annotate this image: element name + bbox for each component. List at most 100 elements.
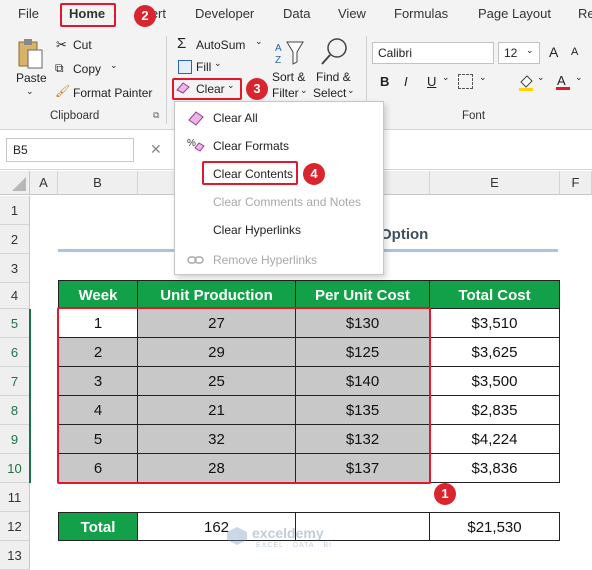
header-week[interactable]: Week — [58, 280, 138, 309]
font-color-icon[interactable]: A — [556, 72, 570, 92]
header-total-cost[interactable]: Total Cost — [430, 280, 560, 309]
total-label-cell[interactable]: Total — [58, 512, 138, 541]
cut-button[interactable]: Cut — [73, 38, 92, 52]
name-box-value: B5 — [13, 143, 28, 157]
cell-e5[interactable]: $3,510 — [430, 309, 560, 338]
selection-highlight-box — [57, 307, 431, 484]
sort-filter-dropdown-icon[interactable]: ⌄ — [300, 85, 308, 96]
cancel-formula-icon[interactable]: ✕ — [150, 141, 162, 158]
row-header-8[interactable]: 8 — [0, 396, 30, 425]
eraser-icon — [187, 110, 205, 126]
menu-data[interactable]: Data — [283, 6, 310, 21]
row-header-3[interactable]: 3 — [0, 254, 30, 283]
column-header-a[interactable]: A — [30, 171, 58, 195]
fill-color-dropdown-icon[interactable]: ⌄ — [537, 72, 545, 83]
clipboard-launcher-icon[interactable]: ⧉ — [153, 110, 159, 121]
sort-filter-label-2[interactable]: Filter — [272, 86, 299, 100]
select-all-corner[interactable] — [0, 171, 30, 195]
row-header-10[interactable]: 10 — [0, 454, 30, 483]
menu-review[interactable]: Re — [578, 6, 592, 21]
total-cost-cell[interactable]: $21,530 — [430, 512, 560, 541]
sheet-title: Option — [380, 226, 429, 243]
sort-filter-icon: AZ — [275, 38, 305, 66]
row-header-4[interactable]: 4 — [0, 283, 30, 309]
row-header-2[interactable]: 2 — [0, 225, 30, 254]
cell-e6[interactable]: $3,625 — [430, 338, 560, 367]
find-select-label-1[interactable]: Find & — [316, 70, 351, 84]
font-size-select[interactable]: 12 ⌄ — [498, 42, 540, 64]
row-header-11[interactable]: 11 — [0, 483, 30, 512]
paste-button[interactable]: Paste — [16, 71, 47, 85]
font-size-dropdown-icon: ⌄ — [526, 45, 534, 55]
autosum-button[interactable]: AutoSum — [196, 38, 245, 52]
underline-dropdown-icon[interactable]: ⌄ — [442, 72, 450, 83]
clear-dropdown-menu: Clear All % Clear Formats Clear Contents… — [174, 101, 384, 275]
header-per-unit-cost[interactable]: Per Unit Cost — [296, 280, 430, 309]
clipboard-group-label: Clipboard — [50, 110, 100, 122]
sort-filter-label-1[interactable]: Sort & — [272, 70, 305, 84]
paste-icon[interactable] — [16, 38, 46, 70]
remove-hyperlink-icon — [187, 252, 205, 268]
home-highlight-box — [60, 3, 116, 27]
cut-icon: ✂ — [56, 37, 67, 52]
paste-dropdown-icon[interactable]: ⌄ — [26, 86, 34, 97]
row-header-12[interactable]: 12 — [0, 512, 30, 541]
column-header-f[interactable]: F — [560, 171, 592, 195]
cell-e9[interactable]: $4,224 — [430, 425, 560, 454]
font-color-dropdown-icon[interactable]: ⌄ — [575, 72, 583, 83]
format-painter-button[interactable]: Format Painter — [73, 86, 152, 100]
clear-formats-icon: % — [187, 136, 205, 152]
cell-e8[interactable]: $2,835 — [430, 396, 560, 425]
format-painter-icon: 🖌 — [55, 84, 71, 98]
bold-button[interactable]: B — [380, 74, 389, 89]
step-badge-3: 3 — [246, 78, 268, 100]
font-name-select[interactable]: Calibri — [372, 42, 494, 64]
clear-highlight-box — [172, 78, 242, 100]
find-select-dropdown-icon[interactable]: ⌄ — [347, 85, 355, 96]
row-header-1[interactable]: 1 — [0, 196, 30, 225]
menu-developer[interactable]: Developer — [195, 6, 254, 21]
autosum-dropdown-icon[interactable]: ⌄ — [255, 36, 263, 47]
menu-item-clear-hyperlinks[interactable]: Clear Hyperlinks — [213, 223, 301, 237]
row-header-9[interactable]: 9 — [0, 425, 30, 454]
header-unit-production[interactable]: Unit Production — [138, 280, 296, 309]
watermark-name: exceldemy — [252, 525, 324, 541]
step-badge-4: 4 — [303, 163, 325, 185]
watermark-tagline: EXCEL · DATA · BI — [256, 542, 332, 549]
copy-icon: ⧉ — [55, 61, 64, 75]
autosum-icon: Σ — [177, 35, 187, 52]
svg-text:Z: Z — [275, 55, 281, 66]
menu-view[interactable]: View — [338, 6, 366, 21]
menu-formulas[interactable]: Formulas — [394, 6, 448, 21]
copy-button[interactable]: Copy — [73, 62, 101, 76]
name-box[interactable]: B5 — [6, 138, 134, 162]
copy-dropdown-icon[interactable]: ⌄ — [110, 60, 118, 71]
clear-contents-highlight-box — [202, 161, 298, 185]
fill-color-icon[interactable] — [518, 74, 534, 92]
increase-font-icon[interactable]: A — [549, 44, 558, 60]
row-header-5[interactable]: 5 — [0, 309, 30, 338]
column-header-b[interactable]: B — [58, 171, 138, 195]
underline-button[interactable]: U — [427, 74, 436, 89]
borders-icon[interactable] — [458, 74, 473, 89]
menu-item-clear-formats[interactable]: Clear Formats — [213, 139, 289, 153]
menu-item-clear-all[interactable]: Clear All — [213, 111, 258, 125]
cell-e7[interactable]: $3,500 — [430, 367, 560, 396]
row-header-6[interactable]: 6 — [0, 338, 30, 367]
selected-rows-indicator — [29, 309, 31, 483]
find-select-label-2[interactable]: Select — [313, 86, 346, 100]
svg-text:A: A — [557, 73, 566, 88]
fill-dropdown-icon[interactable]: ⌄ — [214, 58, 222, 69]
row-header-7[interactable]: 7 — [0, 367, 30, 396]
svg-text:%: % — [187, 138, 196, 149]
menu-file[interactable]: File — [18, 6, 39, 21]
column-header-e[interactable]: E — [430, 171, 560, 195]
fill-button[interactable]: Fill — [196, 60, 211, 74]
decrease-font-icon[interactable]: A — [571, 46, 578, 58]
svg-text:A: A — [275, 43, 282, 54]
italic-button[interactable]: I — [404, 74, 408, 89]
borders-dropdown-icon[interactable]: ⌄ — [479, 72, 487, 83]
row-header-13[interactable]: 13 — [0, 541, 30, 570]
cell-e10[interactable]: $3,836 — [430, 454, 560, 483]
menu-page-layout[interactable]: Page Layout — [478, 6, 551, 21]
